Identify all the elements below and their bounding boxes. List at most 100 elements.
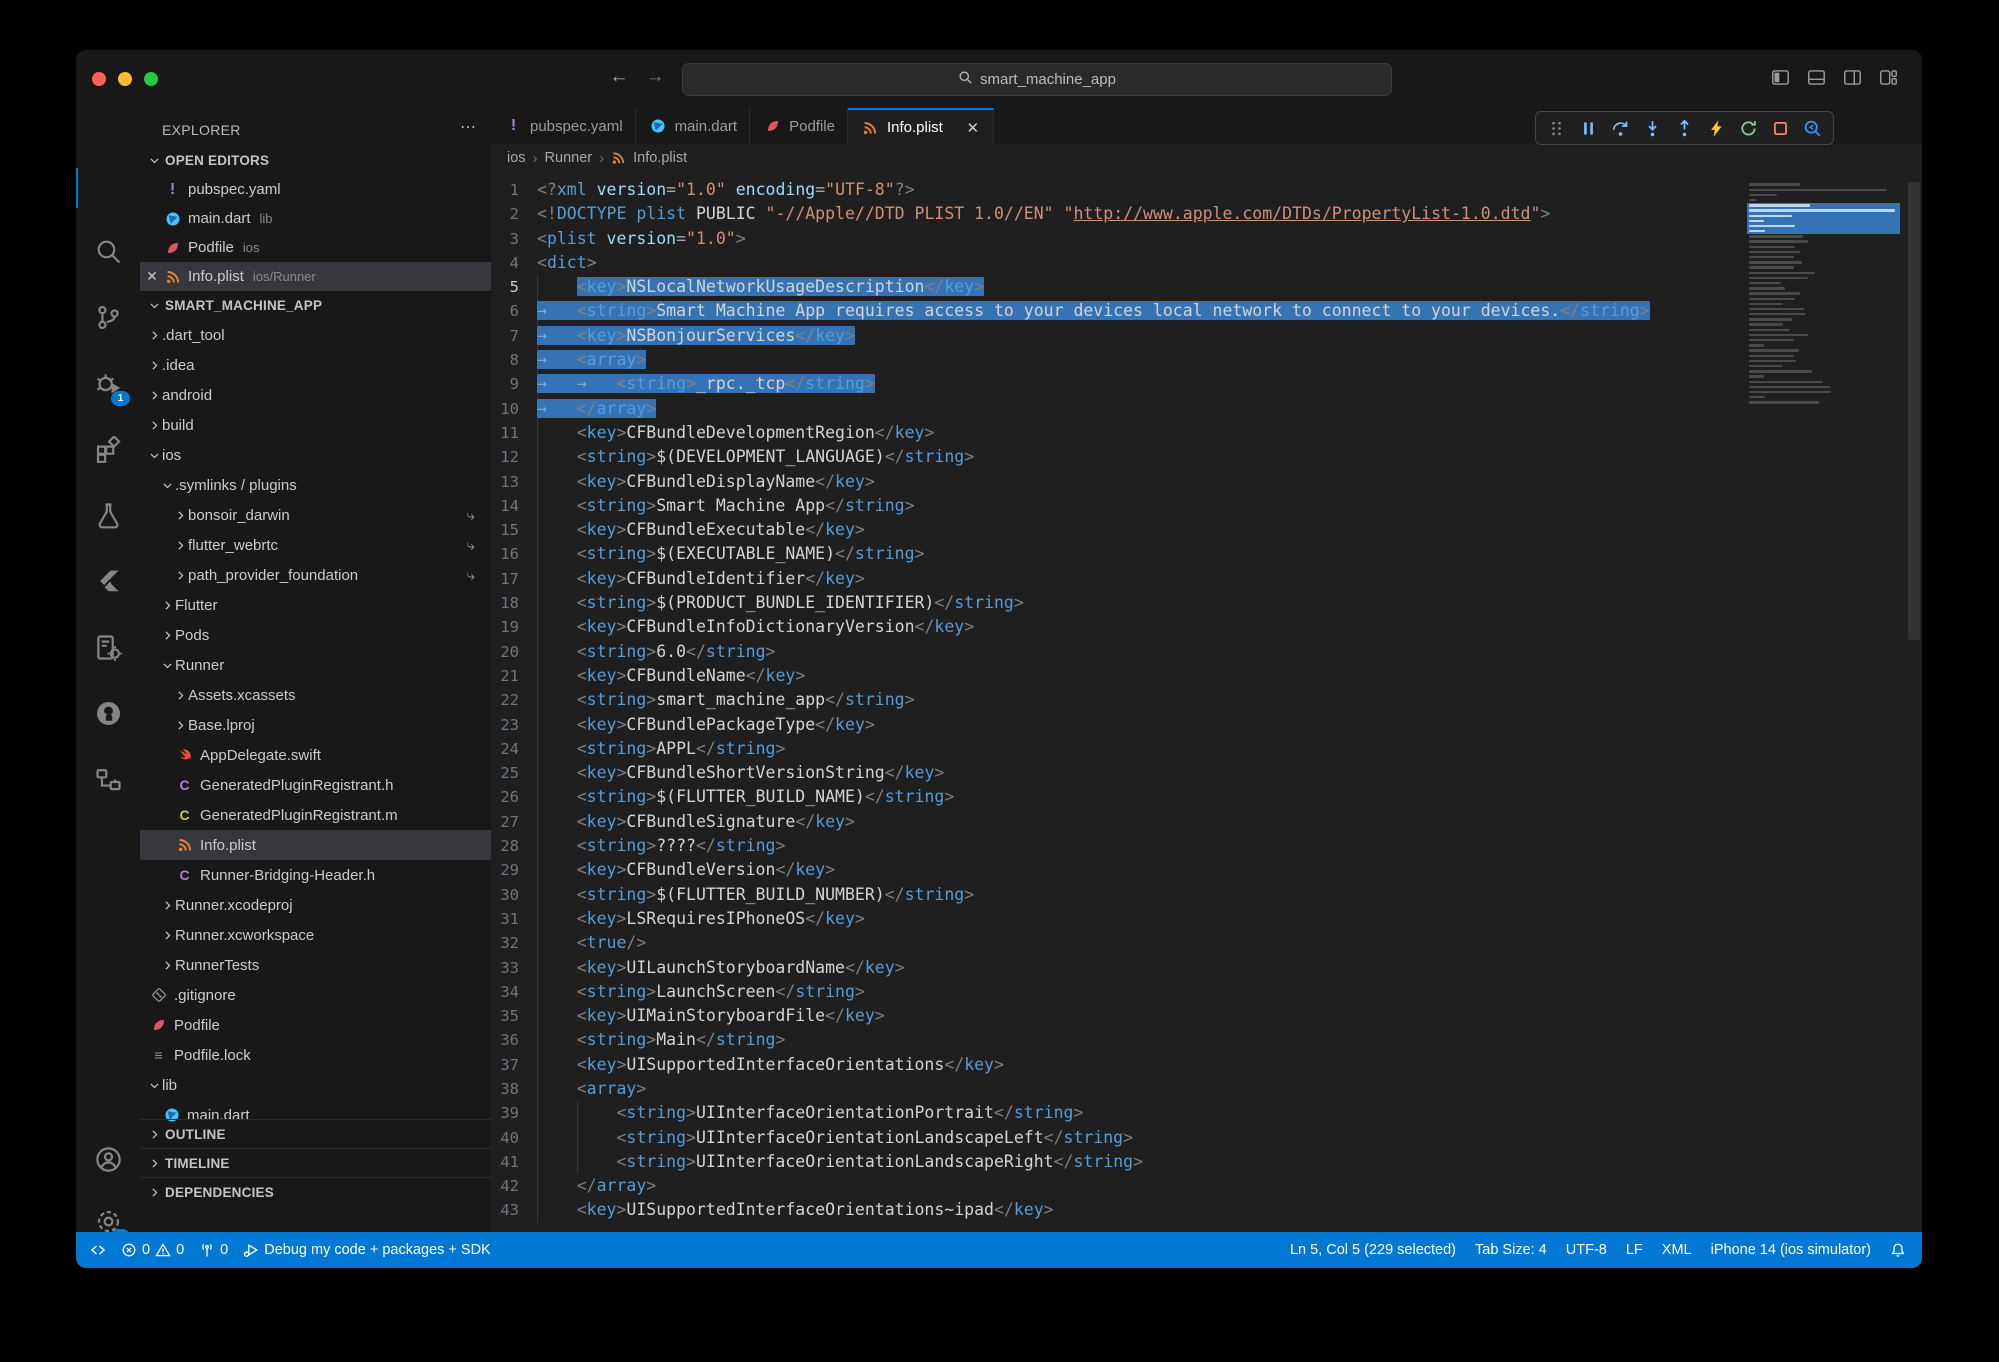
ports-indicator[interactable]: 0 (199, 1242, 228, 1258)
tree-item-dart-tool[interactable]: .dart_tool (140, 320, 491, 350)
activity-bar-item-extensions[interactable] (76, 426, 140, 478)
encoding[interactable]: UTF-8 (1566, 1242, 1607, 1258)
breadcrumb-item-info-plist[interactable]: Info.plist (633, 150, 687, 166)
activity-bar-item-github[interactable] (76, 690, 140, 742)
command-center-search[interactable]: smart_machine_app (682, 63, 1392, 96)
open-editor-pubspec-yaml[interactable]: !pubspec.yaml (140, 175, 491, 204)
close-window-button[interactable] (92, 72, 106, 86)
sidebar-actions-icon[interactable]: ⋯ (460, 117, 477, 137)
tree-item-runner-xcworkspace[interactable]: Runner.xcworkspace (140, 920, 491, 950)
tree-item-assets-xcassets[interactable]: Assets.xcassets (140, 680, 491, 710)
tree-item-podfile[interactable]: Podfile (140, 1010, 491, 1040)
tree-item-ios[interactable]: ios (140, 440, 491, 470)
breadcrumb-item-runner[interactable]: Runner (545, 150, 593, 166)
tree-item-symlinks-plugins[interactable]: .symlinks / plugins (140, 470, 491, 500)
tree-item-pods[interactable]: Pods (140, 620, 491, 650)
line-number: 33 (491, 956, 531, 980)
widget-inspector-icon[interactable] (1803, 119, 1822, 138)
step-over-icon[interactable] (1611, 119, 1630, 138)
cursor-position[interactable]: Ln 5, Col 5 (229 selected) (1290, 1242, 1456, 1258)
tree-item-generatedpluginregistrant-h[interactable]: CGeneratedPluginRegistrant.h (140, 770, 491, 800)
file-detail: ios/Runner (253, 269, 316, 284)
tab-info-plist[interactable]: Info.plist✕ (848, 108, 994, 145)
step-out-icon[interactable] (1675, 119, 1694, 138)
open-editor-main-dart[interactable]: main.dartlib (140, 204, 491, 233)
activity-bar-item-cpp-tools[interactable] (76, 624, 140, 676)
tree-item-runnertests[interactable]: RunnerTests (140, 950, 491, 980)
activity-bar-item-flutter[interactable] (76, 558, 140, 610)
tree-item-idea[interactable]: .idea (140, 350, 491, 380)
activity-bar-item-search[interactable] (76, 228, 140, 280)
tree-item-podfile-lock[interactable]: ≡Podfile.lock (140, 1040, 491, 1070)
code-line-24: 24 <string>APPL</string> (491, 737, 1922, 761)
activity-bar-item-testing[interactable] (76, 492, 140, 544)
tree-item-runner[interactable]: Runner (140, 650, 491, 680)
toggle-panel-icon[interactable] (1807, 68, 1826, 92)
chevron-right-icon (172, 507, 188, 523)
tree-item-build[interactable]: build (140, 410, 491, 440)
tree-label: AppDelegate.swift (200, 747, 321, 764)
device-selector[interactable]: iPhone 14 (ios simulator) (1711, 1242, 1871, 1258)
tab-podfile[interactable]: Podfile (750, 108, 848, 144)
minimize-window-button[interactable] (118, 72, 132, 86)
tree-item-generatedpluginregistrant-m[interactable]: CGeneratedPluginRegistrant.m (140, 800, 491, 830)
activity-bar-item-accounts[interactable] (76, 1136, 140, 1188)
tree-item-lib[interactable]: lib (140, 1070, 491, 1100)
code-text: <key>NSLocalNetworkUsageDescription</key… (531, 275, 984, 299)
customize-layout-icon[interactable] (1879, 68, 1898, 92)
tab-pubspec-yaml[interactable]: !pubspec.yaml (491, 108, 636, 144)
stop-icon[interactable] (1771, 119, 1790, 138)
tree-item-bonsoir-darwin[interactable]: bonsoir_darwin⤷ (140, 500, 491, 530)
restart-icon[interactable] (1739, 119, 1758, 138)
section-open-editors[interactable]: OPEN EDITORS (140, 146, 491, 175)
remote-indicator[interactable] (90, 1242, 106, 1258)
breadcrumb-item-ios[interactable]: ios (507, 150, 526, 166)
tree-item-appdelegate-swift[interactable]: AppDelegate.swift (140, 740, 491, 770)
code-text: <string>APPL</string> (531, 737, 785, 761)
tree-item-path-provider-foundation[interactable]: path_provider_foundation⤷ (140, 560, 491, 590)
step-into-icon[interactable] (1643, 119, 1662, 138)
tree-item-base-lproj[interactable]: Base.lproj (140, 710, 491, 740)
minimap[interactable] (1747, 182, 1900, 405)
debug-status-item[interactable]: Debug my code + packages + SDK (243, 1242, 491, 1258)
tree-item-android[interactable]: android (140, 380, 491, 410)
tree-item-info-plist[interactable]: Info.plist (140, 830, 491, 860)
flutter-icon (95, 568, 122, 600)
language-mode[interactable]: XML (1662, 1242, 1692, 1258)
activity-bar-item-explorer[interactable] (76, 162, 140, 214)
breadcrumb[interactable]: ios›Runner›Info.plist (491, 144, 1922, 172)
symlink-icon: ⤷ (467, 537, 475, 554)
tree-item-gitignore[interactable]: .gitignore (140, 980, 491, 1010)
tree-item-runner-bridging-header-h[interactable]: CRunner-Bridging-Header.h (140, 860, 491, 890)
split-editor-icon[interactable] (1843, 68, 1862, 92)
open-editor-info-plist[interactable]: ✕Info.plistios/Runner (140, 262, 491, 291)
tree-item-flutter-webrtc[interactable]: flutter_webrtc⤷ (140, 530, 491, 560)
tree-item-runner-xcodeproj[interactable]: Runner.xcodeproj (140, 890, 491, 920)
tab-size[interactable]: Tab Size: 4 (1475, 1242, 1547, 1258)
code-line-29: 29 <key>CFBundleVersion</key> (491, 858, 1922, 882)
activity-bar-item-run-and-debug[interactable]: 1 (76, 360, 140, 412)
toggle-sidebar-icon[interactable] (1771, 68, 1790, 92)
activity-bar-item-source-control[interactable] (76, 294, 140, 346)
eol[interactable]: LF (1626, 1242, 1643, 1258)
close-editor-icon[interactable]: ✕ (140, 268, 164, 285)
tab-main-dart[interactable]: main.dart (636, 108, 751, 144)
pause-icon[interactable] (1579, 119, 1598, 138)
editor-scrollbar[interactable] (1908, 182, 1920, 640)
tree-label: RunnerTests (175, 957, 259, 974)
back-arrow-icon[interactable]: ← (606, 66, 632, 88)
forward-arrow-icon[interactable]: → (642, 66, 668, 88)
section-outline[interactable]: OUTLINE (140, 1119, 491, 1148)
activity-bar-item-references[interactable] (76, 756, 140, 808)
notifications-bell[interactable] (1890, 1242, 1906, 1258)
zoom-window-button[interactable] (144, 72, 158, 86)
close-tab-icon[interactable]: ✕ (965, 119, 981, 137)
section-timeline[interactable]: TIMELINE (140, 1148, 491, 1177)
tree-item-flutter[interactable]: Flutter (140, 590, 491, 620)
open-editor-podfile[interactable]: Podfileios (140, 233, 491, 262)
section-dependencies[interactable]: DEPENDENCIES (140, 1177, 491, 1206)
code-editor[interactable]: 1<?xml version="1.0" encoding="UTF-8"?>2… (491, 172, 1922, 1232)
problems-indicator[interactable]: 00 (121, 1242, 184, 1258)
hot-reload-icon[interactable] (1707, 119, 1726, 138)
section-project[interactable]: SMART_MACHINE_APP (140, 291, 491, 320)
